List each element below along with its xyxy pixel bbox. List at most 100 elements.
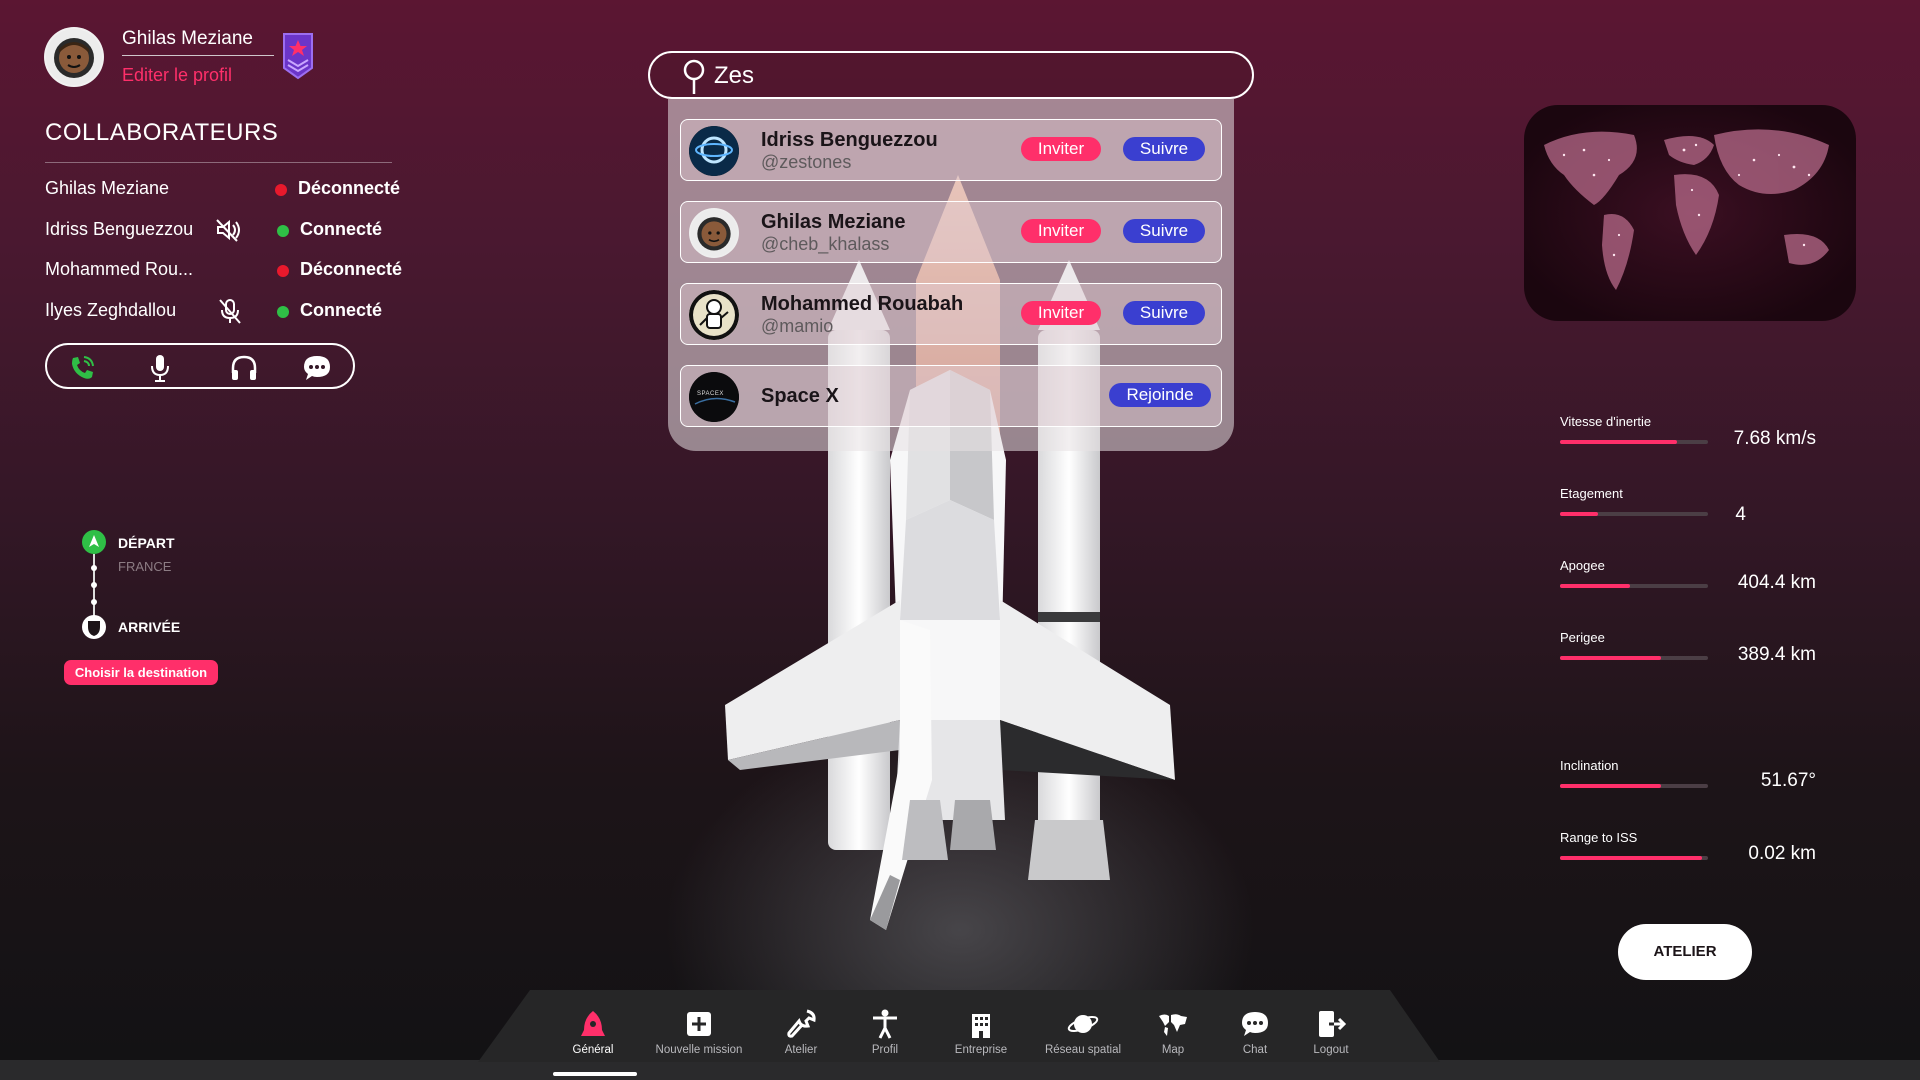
follow-button[interactable]: Suivre [1123, 219, 1205, 243]
nav-label: Général [572, 1044, 614, 1056]
choose-destination-button[interactable]: Choisir la destination [64, 660, 218, 685]
invite-button[interactable]: Inviter [1021, 219, 1101, 243]
bottom-strip [0, 1060, 1920, 1080]
wrench-icon [787, 1009, 816, 1038]
collaborator-status: Déconnecté [300, 259, 403, 279]
result-avatar [689, 126, 739, 176]
microphone-muted-icon [219, 299, 241, 324]
search-result-item[interactable]: Idriss Benguezzou @zestones Inviter Suiv… [680, 119, 1222, 181]
stat-value: 7.68 km/s [1733, 428, 1816, 449]
collaborator-name: Idriss Benguezzou [45, 219, 194, 239]
result-name: Ghilas Meziane [761, 211, 906, 233]
collaborator-row[interactable]: Ilyes Zeghdallou Connecté [45, 296, 405, 326]
stat-bar-fill [1560, 784, 1661, 788]
collaborator-name: Ilyes Zeghdallou [45, 300, 177, 320]
world-map-widget[interactable] [1524, 105, 1856, 321]
astronaut-avatar-icon [46, 29, 102, 85]
stat-label: Etagement [1560, 486, 1623, 501]
search-result-item[interactable]: Ghilas Meziane @cheb_khalass Inviter Sui… [680, 201, 1222, 263]
stat-bar [1560, 440, 1708, 444]
result-name: Mohammed Rouabah [761, 293, 964, 315]
nav-label: Profil [871, 1044, 899, 1056]
status-dot [277, 306, 289, 318]
headphones-icon[interactable] [229, 353, 259, 383]
stat-label: Apogee [1560, 558, 1605, 573]
collaborators-title: COLLABORATEURS [45, 119, 279, 146]
spacex-logo-icon [689, 372, 739, 422]
nav-label: Nouvelle mission [655, 1044, 743, 1056]
stat-bar [1560, 584, 1708, 588]
collaborator-row[interactable]: Ghilas Meziane Déconnecté [45, 174, 405, 204]
result-handle: @cheb_khalass [761, 234, 890, 254]
follow-button[interactable]: Suivre [1123, 301, 1205, 325]
search-result-item[interactable]: Mohammed Rouabah @mamio Inviter Suivre [680, 283, 1222, 345]
astronaut-avatar-icon [690, 209, 738, 257]
microphone-icon[interactable] [145, 353, 175, 383]
invite-button[interactable]: Inviter [1021, 301, 1101, 325]
invite-button[interactable]: Inviter [1021, 137, 1101, 161]
result-avatar [689, 290, 739, 340]
nav-label: Entreprise [954, 1044, 1008, 1056]
status-dot [277, 265, 289, 277]
voice-call-bar [45, 343, 355, 389]
collaborator-status: Connecté [300, 300, 383, 320]
departure-label: DÉPART [118, 535, 175, 551]
route-timeline [82, 530, 106, 639]
collaborator-row[interactable]: Mohammed Rou... Déconnecté [45, 255, 405, 285]
search-input[interactable] [714, 59, 1214, 93]
atelier-button[interactable]: ATELIER [1618, 924, 1752, 980]
nav-label: Logout [1313, 1044, 1349, 1056]
collaborator-name: Mohammed Rou... [45, 259, 194, 279]
chat-icon [1242, 1012, 1268, 1036]
stat-value: 389.4 km [1737, 644, 1816, 665]
collaborator-status: Déconnecté [298, 178, 401, 198]
result-avatar [689, 208, 739, 258]
nav-item-logout[interactable]: Logout [1276, 1008, 1386, 1056]
stat-label: Perigee [1560, 630, 1605, 645]
search-results-panel: Idriss Benguezzou @zestones Inviter Suiv… [668, 99, 1234, 451]
follow-button[interactable]: Suivre [1123, 137, 1205, 161]
stat-bar-fill [1560, 440, 1677, 444]
collaborator-name: Ghilas Meziane [45, 178, 170, 198]
collaborators-divider [45, 162, 392, 163]
nav-item-profil[interactable]: Profil [830, 1008, 940, 1056]
search-icon [683, 59, 705, 94]
stat-value: 4 [1735, 504, 1746, 525]
nav-item-entreprise[interactable]: Entreprise [926, 1008, 1036, 1056]
result-avatar: SPACEX [689, 372, 739, 422]
result-name: Idriss Benguezzou [761, 129, 938, 151]
stat-bar [1560, 512, 1708, 516]
stat-label: Inclination [1560, 758, 1619, 773]
astronaut-figure-icon [689, 290, 739, 340]
profile-divider [122, 55, 274, 56]
speaker-muted-icon [216, 219, 240, 242]
collaborator-status: Connecté [300, 219, 383, 239]
stat-value: 51.67° [1760, 770, 1816, 791]
result-handle: @zestones [761, 152, 852, 172]
stat-bar [1560, 856, 1708, 860]
search-result-item[interactable]: SPACEX Space X Rejoinde [680, 365, 1222, 427]
stat-bar-fill [1560, 656, 1661, 660]
nav-item-general[interactable]: Général [538, 1008, 648, 1056]
search-bar [648, 51, 1254, 99]
building-icon [972, 1014, 990, 1038]
collaborator-row[interactable]: Idriss Benguezzou Connecté [45, 215, 405, 245]
person-icon [873, 1009, 897, 1039]
rocket-icon [581, 1011, 605, 1036]
stat-value: 404.4 km [1737, 572, 1816, 593]
chat-bubble-icon[interactable] [302, 353, 332, 383]
join-button[interactable]: Rejoinde [1109, 383, 1211, 407]
stat-bar-fill [1560, 512, 1599, 516]
phone-call-icon[interactable] [67, 353, 97, 383]
user-avatar[interactable] [44, 27, 104, 87]
plus-square-icon [687, 1012, 711, 1036]
stat-bar-fill [1560, 584, 1630, 588]
edit-profile-link[interactable]: Editer le profil [122, 65, 232, 86]
nav-item-new-mission[interactable]: Nouvelle mission [644, 1008, 754, 1056]
world-map-lights [1544, 129, 1829, 290]
spacex-logo-text: SPACEX [697, 391, 724, 397]
planet-icon [1067, 1015, 1099, 1033]
status-dot [277, 225, 289, 237]
active-nav-underline [553, 1072, 637, 1076]
result-name: Space X [761, 385, 839, 407]
